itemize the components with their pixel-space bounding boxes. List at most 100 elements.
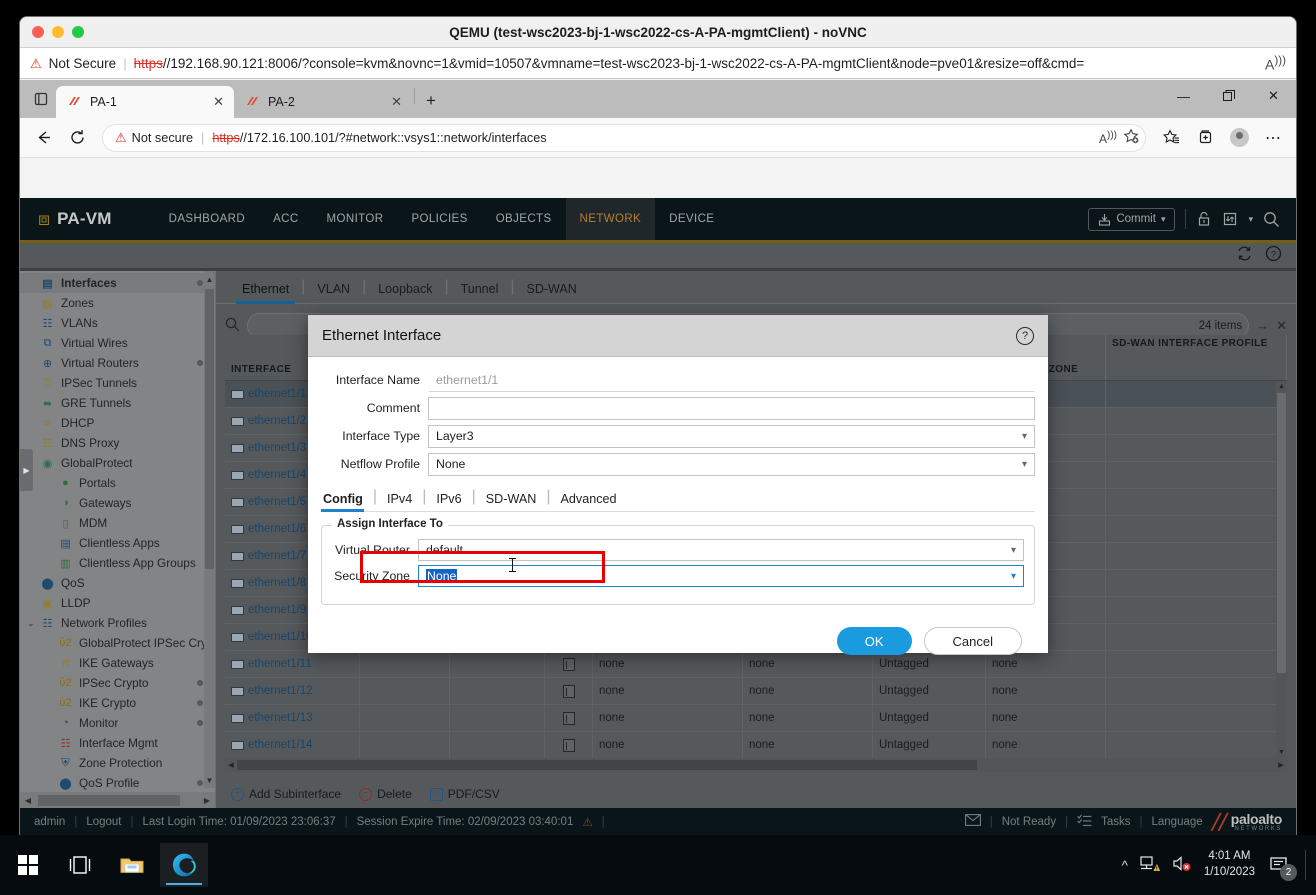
tab-close-icon[interactable]: ✕ <box>209 94 228 110</box>
window-traffic-lights[interactable] <box>32 26 84 38</box>
netflow-profile-select[interactable]: None ▾ <box>428 453 1035 476</box>
show-hidden-icons-button[interactable]: ^ <box>1122 858 1128 873</box>
folder-icon <box>120 855 144 875</box>
virtual-router-label: Virtual Router <box>332 543 418 557</box>
omnibox-url-rest: //172.16.100.101/?#network::vsys1::netwo… <box>240 131 547 145</box>
close-window-button[interactable] <box>32 26 44 38</box>
volume-muted-icon[interactable] <box>1172 855 1192 875</box>
divider <box>1305 850 1306 880</box>
interface-name-value: ethernet1/1 <box>428 369 1035 392</box>
network-warning-icon[interactable] <box>1140 855 1160 875</box>
edge-button[interactable] <box>160 843 208 887</box>
security-zone-value: None <box>426 569 457 583</box>
dialog-tab-advanced[interactable]: Advanced <box>551 492 627 511</box>
site-security-label: Not secure <box>132 131 193 145</box>
system-tray: ^ 4:01 AM 1/10/2023 2 <box>1122 849 1316 880</box>
dialog-tabs: Config | IPv4 | IPv6 | SD-WAN | Advanced <box>321 486 1035 512</box>
profile-avatar[interactable] <box>1224 123 1254 153</box>
notification-center-button[interactable]: 2 <box>1267 852 1293 878</box>
window-controls: — ✕ <box>1161 80 1296 118</box>
assign-interface-to-fieldset: Assign Interface To Virtual Router defau… <box>321 525 1035 605</box>
palo-alto-favicon <box>246 96 259 109</box>
tab-label: PA-1 <box>90 95 200 109</box>
browser-toolbar: ⚠ Not secure | https//172.16.100.101/?#n… <box>20 118 1296 158</box>
warning-triangle-icon: ⚠ <box>30 57 42 70</box>
minimize-window-button[interactable] <box>52 26 64 38</box>
start-button[interactable] <box>4 843 52 887</box>
chevron-down-icon: ▾ <box>1011 571 1016 582</box>
file-explorer-button[interactable] <box>108 843 156 887</box>
new-tab-button[interactable]: + <box>417 87 445 115</box>
address-bar[interactable]: ⚠ Not secure | https//172.16.100.101/?#n… <box>102 124 1146 152</box>
site-security-indicator[interactable]: ⚠ Not secure <box>115 130 193 146</box>
taskbar-clock[interactable]: 4:01 AM 1/10/2023 <box>1204 849 1255 880</box>
dialog-actions: OK Cancel <box>321 605 1035 655</box>
sidebar-collapse-handle[interactable]: ▶ <box>20 449 33 491</box>
fieldset-legend: Assign Interface To <box>332 518 448 530</box>
browser-tab-pa-2[interactable]: PA-2 ✕ <box>234 86 412 118</box>
vnc-window-title: QEMU (test-wsc2023-bj-1-wsc2022-cs-A-PA-… <box>20 25 1296 40</box>
tab-actions-icon[interactable] <box>26 84 56 114</box>
field-comment: Comment <box>321 395 1035 421</box>
vnc-url: https//192.168.90.121:8006/?console=kvm&… <box>134 56 1085 71</box>
text-cursor-icon <box>512 558 513 572</box>
cancel-button[interactable]: Cancel <box>924 627 1022 655</box>
add-favorite-icon[interactable] <box>1123 128 1139 147</box>
back-icon[interactable] <box>28 123 58 153</box>
comment-input[interactable] <box>428 397 1035 420</box>
vnc-address-bar[interactable]: ⚠ Not Secure | https//192.168.90.121:800… <box>20 48 1296 79</box>
edge-icon <box>171 852 198 879</box>
avatar <box>1230 128 1249 147</box>
collections-icon[interactable] <box>1190 123 1220 153</box>
browser-tab-pa-1[interactable]: PA-1 ✕ <box>56 86 234 118</box>
dialog-tab-ipv6[interactable]: IPv6 <box>426 492 471 511</box>
warning-triangle-icon: ⚠ <box>115 130 127 146</box>
dialog-tab-config[interactable]: Config <box>321 492 373 511</box>
netflow-profile-label: Netflow Profile <box>321 457 428 471</box>
screen: QEMU (test-wsc2023-bj-1-wsc2022-cs-A-PA-… <box>0 0 1316 895</box>
interface-type-label: Interface Type <box>321 429 428 443</box>
task-view-button[interactable] <box>56 843 104 887</box>
security-zone-label: Security Zone <box>332 569 418 583</box>
tab-strip: PA-1 ✕ PA-2 ✕ + — ✕ <box>20 80 1296 118</box>
windows-taskbar: ^ 4:01 AM 1/10/2023 2 <box>0 835 1316 895</box>
clock-time: 4:01 AM <box>1204 849 1255 865</box>
vnc-window: QEMU (test-wsc2023-bj-1-wsc2022-cs-A-PA-… <box>20 17 1296 835</box>
omnibox-url: https//172.16.100.101/?#network::vsys1::… <box>212 131 546 145</box>
maximize-window-button[interactable] <box>72 26 84 38</box>
vnc-titlebar: QEMU (test-wsc2023-bj-1-wsc2022-cs-A-PA-… <box>20 17 1296 48</box>
dialog-title: Ethernet Interface <box>322 327 441 344</box>
chevron-down-icon: ▾ <box>1011 545 1016 556</box>
dialog-tab-ipv4[interactable]: IPv4 <box>377 492 422 511</box>
vnc-url-rest: //192.168.90.121:8006/?console=kvm&novnc… <box>163 56 1084 71</box>
favorites-icon[interactable] <box>1156 123 1186 153</box>
help-icon[interactable]: ? <box>1016 327 1034 345</box>
windows-logo-icon <box>18 855 38 875</box>
settings-and-more-icon[interactable]: ⋯ <box>1258 123 1288 153</box>
clock-date: 1/10/2023 <box>1204 865 1255 881</box>
security-zone-select[interactable]: None ▾ <box>418 565 1024 587</box>
tab-label: PA-2 <box>268 95 378 109</box>
divider: | <box>123 56 126 71</box>
divider <box>414 88 415 104</box>
field-interface-name: Interface Name ethernet1/1 <box>321 367 1035 393</box>
netflow-profile-value: None <box>436 457 465 471</box>
tab-close-icon[interactable]: ✕ <box>387 94 406 110</box>
dialog-tab-sdwan[interactable]: SD-WAN <box>476 492 547 511</box>
minimize-button[interactable]: — <box>1161 80 1206 112</box>
interface-name-label: Interface Name <box>321 373 428 387</box>
interface-type-select[interactable]: Layer3 ▾ <box>428 425 1035 448</box>
dialog-header: Ethernet Interface ? <box>308 315 1048 357</box>
close-button[interactable]: ✕ <box>1251 80 1296 112</box>
field-virtual-router: Virtual Router default ▾ <box>332 538 1024 562</box>
restore-button[interactable] <box>1206 80 1251 112</box>
read-aloud-icon[interactable]: A))) <box>1099 130 1117 146</box>
field-security-zone: Security Zone None ▾ <box>332 564 1024 588</box>
read-aloud-icon[interactable]: A))) <box>1265 54 1286 73</box>
task-view-icon <box>69 856 91 874</box>
divider: | <box>201 131 204 145</box>
omnibox-actions: A))) <box>1099 128 1139 147</box>
reload-icon[interactable] <box>62 123 92 153</box>
ethernet-interface-dialog: Ethernet Interface ? Interface Name ethe… <box>308 315 1048 653</box>
ok-button[interactable]: OK <box>837 627 912 655</box>
